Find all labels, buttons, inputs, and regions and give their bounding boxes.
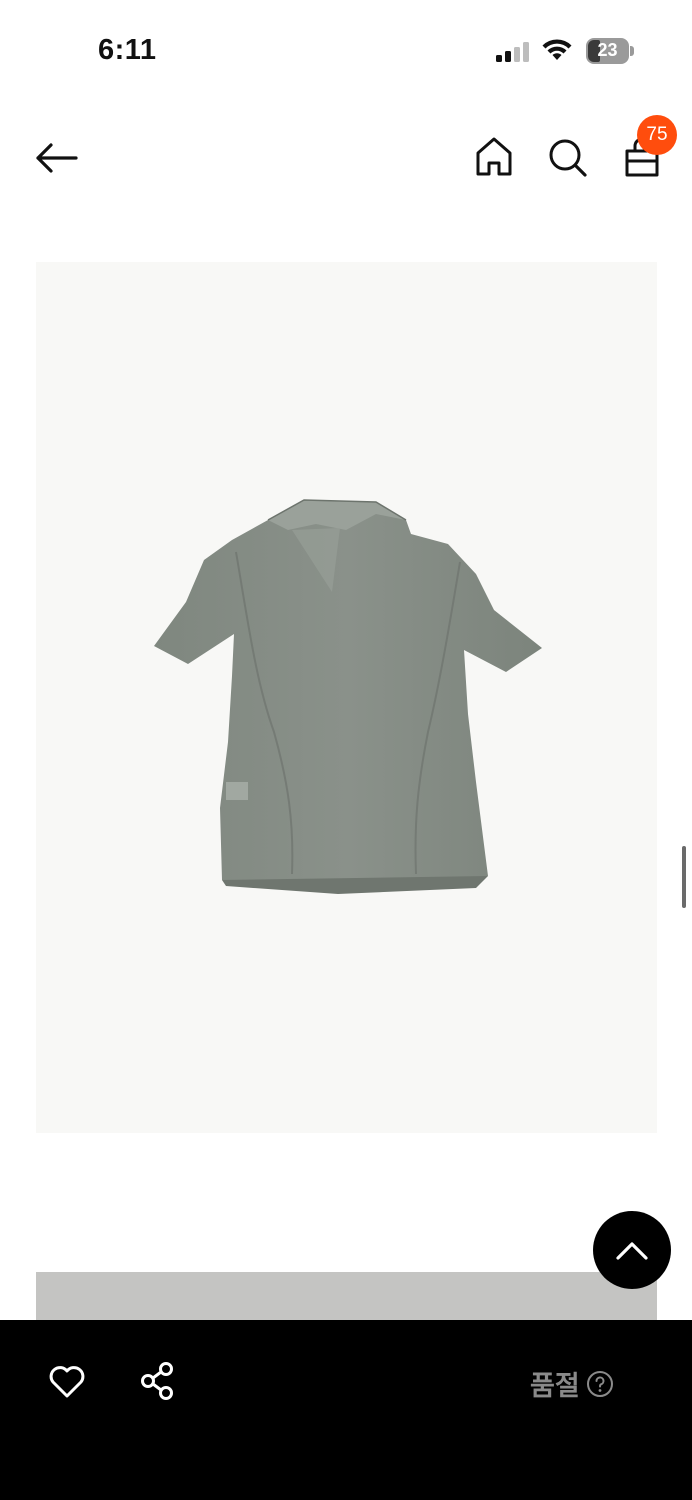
battery-icon: 23 <box>586 38 634 64</box>
home-icon <box>476 137 512 176</box>
scroll-indicator[interactable] <box>682 846 686 908</box>
product-image[interactable] <box>36 262 657 1133</box>
search-icon <box>549 139 587 177</box>
heart-icon <box>49 1366 85 1398</box>
wifi-icon <box>542 39 572 60</box>
question-circle-icon[interactable] <box>586 1370 614 1398</box>
cellular-signal-icon <box>496 42 529 62</box>
shirt-image <box>154 499 542 894</box>
cart-count-badge: 75 <box>637 115 677 155</box>
home-button[interactable] <box>472 134 516 180</box>
share-button[interactable] <box>137 1360 179 1402</box>
top-nav <box>0 110 692 210</box>
chevron-up-icon <box>616 1242 648 1260</box>
soldout-status: 품절 <box>530 1364 614 1403</box>
bottom-action-bar: 품절 <box>0 1320 692 1500</box>
search-button[interactable] <box>545 134 589 180</box>
back-button[interactable] <box>30 136 82 180</box>
status-time: 6:11 <box>98 34 157 66</box>
battery-level: 23 <box>597 40 618 60</box>
share-icon <box>141 1362 173 1400</box>
soldout-label: 품절 <box>530 1371 580 1402</box>
status-bar: 6:11 23 <box>0 0 692 100</box>
scroll-to-top-button[interactable] <box>593 1211 671 1289</box>
wishlist-button[interactable] <box>46 1360 88 1402</box>
arrow-left-icon <box>36 143 78 173</box>
